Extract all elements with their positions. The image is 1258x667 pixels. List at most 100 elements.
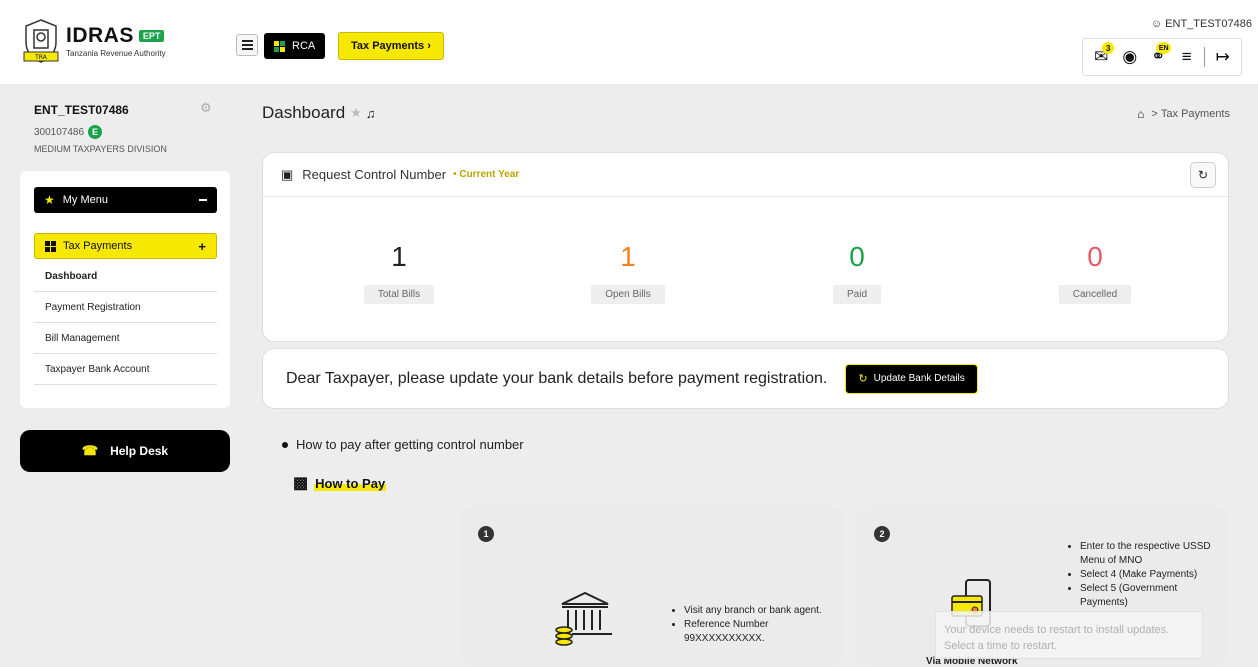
- breadcrumb-current: Tax Payments: [1160, 108, 1230, 120]
- stat-open-bills: 1 Open Bills: [508, 197, 748, 304]
- home-icon[interactable]: ⌂: [1137, 107, 1144, 121]
- refresh-button[interactable]: ↻: [1190, 162, 1216, 188]
- menu-toggle-button[interactable]: [236, 34, 258, 56]
- step-card-bank: 1 Visit any branch or bank agent. Refere…: [460, 506, 844, 667]
- mail-count-badge: 3: [1102, 42, 1115, 54]
- bank-building-icon: [555, 591, 612, 646]
- tax-payments-submenu: Dashboard Payment Registration Bill Mana…: [34, 261, 217, 385]
- windows-update-toast[interactable]: Your device needs to restart to install …: [935, 611, 1203, 659]
- stat-value: 1: [620, 241, 636, 272]
- user-icon: ☺: [1150, 18, 1163, 30]
- globe-icon[interactable]: ⚭ EN: [1147, 42, 1172, 68]
- stat-label: Paid: [832, 285, 881, 304]
- help-desk-label: Help Desk: [110, 444, 169, 458]
- cash-upload-icon: ▩: [293, 475, 309, 492]
- grid-icon: [45, 240, 56, 252]
- refresh-icon: ↻: [1197, 168, 1209, 182]
- my-menu-header[interactable]: ★ My Menu: [34, 187, 217, 213]
- page-title: Dashboard ★ ♫: [262, 103, 376, 123]
- stat-paid: 0 Paid: [737, 197, 977, 304]
- stat-value: 0: [849, 241, 865, 272]
- list-item: Select 5 (Government Payments): [1080, 582, 1220, 610]
- logout-icon[interactable]: ↦: [1212, 46, 1234, 68]
- tra-emblem-icon: TRA: [23, 19, 59, 63]
- bank-details-notice: Dear Taxpayer, please update your bank d…: [262, 348, 1229, 409]
- sidebar-item-payment-registration[interactable]: Payment Registration: [34, 292, 217, 323]
- logo-subtitle: Tanzania Revenue Authority: [66, 49, 166, 58]
- sidebar-menu-card: ★ My Menu Tax Payments + Dashboard Payme…: [20, 171, 230, 408]
- bell-icon[interactable]: ♫: [366, 106, 376, 121]
- page-title-text: Dashboard: [262, 103, 346, 122]
- refresh-icon: ↻: [858, 373, 868, 385]
- stat-value: 1: [391, 241, 407, 272]
- tra-seal-text: TRA: [34, 54, 48, 61]
- hamburger-icon: [241, 44, 253, 46]
- rcn-period: • Current Year: [453, 169, 520, 180]
- stat-value: 0: [1087, 241, 1103, 272]
- help-desk-button[interactable]: ☎ Help Desk: [20, 430, 230, 472]
- language-badge: EN: [1156, 42, 1172, 54]
- how-to-pay-bullet: How to pay after getting control number: [282, 437, 524, 452]
- user-account-link[interactable]: ☺ ENT_TEST07486: [1151, 18, 1252, 30]
- gear-icon[interactable]: ⚙: [200, 100, 212, 116]
- my-menu-label: My Menu: [62, 194, 109, 206]
- sidebar-tin: 300107486: [34, 126, 85, 138]
- toast-line-2: Select a time to restart.: [944, 640, 1058, 652]
- step-1-instructions: Visit any branch or bank agent. Referenc…: [674, 604, 834, 646]
- sidebar-user-name: ENT_TEST07486: [34, 103, 129, 117]
- how-to-pay-heading: ▩ How to Pay: [293, 473, 387, 493]
- top-header: TRA IDRAS EPT Tanzania Revenue Authority…: [0, 0, 1258, 84]
- breadcrumb-separator: >: [1148, 108, 1161, 120]
- sidebar-item-bill-management[interactable]: Bill Management: [34, 323, 217, 354]
- list-item: Visit any branch or bank agent.: [684, 604, 834, 618]
- ept-badge: EPT: [138, 30, 165, 42]
- collapse-icon: [199, 199, 207, 201]
- bank-notice-message: Dear Taxpayer, please update your bank d…: [286, 369, 828, 387]
- tax-payments-label: Tax Payments ›: [351, 40, 431, 52]
- list-item: Reference Number 99XXXXXXXXXX.: [684, 618, 834, 646]
- rcn-title: Request Control Number: [302, 167, 447, 182]
- request-control-number-card: ▣ Request Control Number • Current Year …: [262, 152, 1229, 342]
- step-2-instructions: Enter to the respective USSD Menu of MNO…: [1070, 540, 1220, 610]
- update-bank-details-label: Update Bank Details: [873, 373, 965, 384]
- mail-icon[interactable]: ✉ 3: [1090, 42, 1115, 68]
- rca-label: RCA: [292, 40, 316, 52]
- sidebar-item-dashboard[interactable]: Dashboard: [34, 261, 217, 292]
- tax-payments-button[interactable]: Tax Payments ›: [338, 32, 444, 60]
- sidebar-item-tax-payments[interactable]: Tax Payments +: [34, 233, 217, 259]
- sidebar-item-label: Tax Payments: [63, 240, 133, 252]
- user-label: ENT_TEST07486: [1165, 18, 1252, 30]
- stat-label: Cancelled: [1058, 285, 1132, 304]
- sidebar-division: MEDIUM TAXPAYERS DIVISION: [34, 144, 167, 154]
- step-number: 1: [478, 526, 494, 542]
- header-icon-bar: ✉ 3 ◉ ⚭ EN ≡ ↦: [1082, 38, 1242, 76]
- rca-button[interactable]: RCA: [264, 33, 326, 59]
- stat-cancelled: 0 Cancelled: [975, 197, 1215, 304]
- how-to-pay-title: How to Pay: [314, 475, 387, 491]
- star-icon: ★: [44, 193, 55, 207]
- logo-title: IDRAS: [66, 24, 134, 47]
- step-number: 2: [874, 526, 890, 542]
- sidebar-item-taxpayer-bank-account[interactable]: Taxpayer Bank Account: [34, 354, 217, 385]
- phone-icon: ☎: [81, 443, 99, 458]
- stat-label: Open Bills: [591, 285, 665, 304]
- profile-icon[interactable]: ◉: [1119, 46, 1141, 68]
- favorite-star-icon[interactable]: ★: [350, 105, 362, 121]
- tin-type-badge: E: [88, 125, 103, 139]
- toast-line-1: Your device needs to restart to install …: [944, 624, 1170, 636]
- settings-sliders-icon[interactable]: ≡: [1176, 46, 1198, 68]
- rcn-card-header: ▣ Request Control Number • Current Year: [263, 153, 1228, 197]
- breadcrumb: ⌂ > Tax Payments: [1137, 107, 1230, 121]
- stat-label: Total Bills: [363, 285, 435, 304]
- stat-total-bills: 1 Total Bills: [279, 197, 519, 304]
- header-divider: [1204, 47, 1206, 67]
- update-bank-details-button[interactable]: ↻ Update Bank Details: [845, 363, 978, 394]
- list-item: Enter to the respective USSD Menu of MNO: [1080, 540, 1220, 568]
- bill-stats: 1 Total Bills 1 Open Bills 0 Paid 0 Canc…: [263, 197, 1230, 337]
- box-icon: ▣: [281, 166, 294, 182]
- tra-logo[interactable]: TRA IDRAS EPT Tanzania Revenue Authority: [22, 18, 166, 64]
- how-to-pay-bullet-text: How to pay after getting control number: [296, 437, 524, 452]
- bullet-dot: [282, 441, 288, 448]
- sidebar-user-info: ENT_TEST07486 300107486 E MEDIUM TAXPAYE…: [34, 103, 214, 154]
- grid-icon: [274, 40, 285, 52]
